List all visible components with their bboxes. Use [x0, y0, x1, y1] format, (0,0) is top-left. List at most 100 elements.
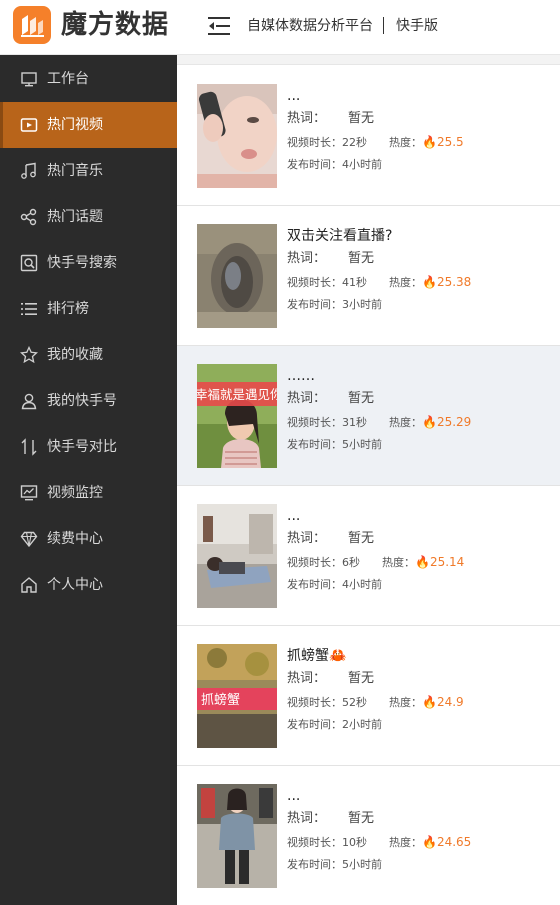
- fire-icon: 🔥: [422, 835, 437, 849]
- meta-row: 视频时长：6秒 热度：🔥25.14: [287, 554, 464, 571]
- heat-value: 24.9: [436, 695, 464, 709]
- publish-row: 发布时间：4小时前: [287, 577, 382, 593]
- video-card[interactable]: ... 热词： 暂无 视频时长：10秒 热度：🔥24.65 发布时间：5小时前: [177, 766, 560, 905]
- keyword-row: 热词： 暂无: [287, 530, 374, 548]
- sidebar-item-label: 快手号对比: [47, 439, 117, 455]
- video-title[interactable]: 双击关注看直播?: [287, 226, 392, 246]
- user-icon: [20, 392, 38, 410]
- heat-label: 热度：: [389, 136, 422, 149]
- fire-icon: 🔥: [422, 415, 437, 429]
- duration-label: 视频时长：: [287, 276, 342, 289]
- sidebar-item-workbench[interactable]: 工作台: [0, 56, 177, 102]
- publish-row: 发布时间：5小时前: [287, 437, 382, 453]
- video-thumbnail[interactable]: [197, 504, 277, 608]
- video-title[interactable]: ...: [287, 506, 300, 526]
- heat-value: 25.29: [436, 415, 472, 429]
- video-thumbnail[interactable]: [197, 84, 277, 188]
- publish-label: 发布时间：: [287, 298, 342, 311]
- sidebar-item-label: 热门视频: [47, 117, 103, 133]
- publish-row: 发布时间：4小时前: [287, 157, 382, 173]
- video-title[interactable]: 抓螃蟹🦀: [287, 646, 346, 666]
- chart-monitor-icon: [20, 484, 38, 502]
- sidebar-item-profile[interactable]: 个人中心: [0, 562, 177, 608]
- sidebar: 工作台 热门视频 热门音乐 热门话题 快手号搜索 排行榜 我的收藏 我的快手号 …: [0, 55, 177, 905]
- keyword-value: 暂无: [348, 251, 375, 266]
- publish-label: 发布时间：: [287, 858, 342, 871]
- top-bar: 魔方数据 自媒体数据分析平台 快手版: [0, 0, 560, 55]
- sidebar-item-ranking[interactable]: 排行榜: [0, 286, 177, 332]
- brand-logo-icon[interactable]: [13, 6, 51, 44]
- keyword-value: 暂无: [348, 111, 375, 126]
- video-title[interactable]: ……: [287, 366, 315, 386]
- video-list[interactable]: ... 热词： 暂无 视频时长：22秒 热度：🔥25.5 发布时间：4小时前 双击关…: [177, 55, 560, 905]
- keyword-value: 暂无: [348, 671, 375, 686]
- publish-row: 发布时间：3小时前: [287, 297, 382, 313]
- sidebar-item-compare[interactable]: 快手号对比: [0, 424, 177, 470]
- brand-name[interactable]: 魔方数据: [61, 7, 169, 43]
- thumbnail-caption: 幸福就是遇见你: [197, 387, 277, 402]
- sidebar-item-label: 我的快手号: [47, 393, 117, 409]
- duration-value: 10秒: [342, 836, 367, 849]
- fire-icon: 🔥: [422, 695, 437, 709]
- sidebar-item-label: 个人中心: [47, 577, 103, 593]
- video-card[interactable]: 抓螃蟹 抓螃蟹🦀 热词： 暂无 视频时长：52秒 热度：🔥24.9 发布时间：2小时…: [177, 626, 560, 766]
- search-box-icon: [20, 254, 38, 272]
- star-icon: [19, 345, 39, 364]
- video-thumbnail[interactable]: [197, 784, 277, 888]
- keyword-label: 热词：: [287, 531, 327, 546]
- edition-label: 快手版: [396, 18, 438, 34]
- keyword-label: 热词：: [287, 671, 327, 686]
- keyword-row: 热词： 暂无: [287, 390, 374, 408]
- play-icon: [20, 116, 38, 134]
- publish-value: 4小时前: [342, 578, 382, 591]
- meta-row: 视频时长：41秒 热度：🔥25.38: [287, 274, 471, 291]
- video-thumbnail[interactable]: 幸福就是遇见你: [197, 364, 277, 468]
- share-nodes-icon: [20, 208, 38, 226]
- duration-value: 22秒: [342, 136, 367, 149]
- video-thumbnail[interactable]: 抓螃蟹: [197, 644, 277, 748]
- meta-row: 视频时长：52秒 热度：🔥24.9: [287, 694, 464, 711]
- fire-icon: 🔥: [422, 135, 437, 149]
- fire-icon: 🔥: [422, 275, 437, 289]
- sidebar-item-favorites[interactable]: 我的收藏: [0, 332, 177, 378]
- header-divider: [383, 17, 384, 34]
- video-card[interactable]: 双击关注看直播? 热词： 暂无 视频时长：41秒 热度：🔥25.38 发布时间：3小…: [177, 206, 560, 346]
- meta-row: 视频时长：22秒 热度：🔥25.5: [287, 134, 464, 151]
- video-thumbnail[interactable]: [197, 224, 277, 328]
- publish-value: 5小时前: [342, 438, 382, 451]
- thumbnail-caption: 抓螃蟹: [201, 692, 240, 708]
- menu-collapse-icon[interactable]: [206, 14, 232, 38]
- heat-label: 热度：: [389, 416, 422, 429]
- sidebar-item-label: 热门音乐: [47, 163, 103, 179]
- sidebar-item-my-account[interactable]: 我的快手号: [0, 378, 177, 424]
- duration-label: 视频时长：: [287, 136, 342, 149]
- publish-row: 发布时间：5小时前: [287, 857, 382, 873]
- list-top-gap: [177, 55, 560, 65]
- keyword-row: 热词： 暂无: [287, 810, 374, 828]
- music-note-icon: [20, 162, 38, 180]
- duration-label: 视频时长：: [287, 696, 342, 709]
- sidebar-item-renewal[interactable]: 续费中心: [0, 516, 177, 562]
- sidebar-item-hot-topics[interactable]: 热门话题: [0, 194, 177, 240]
- video-card[interactable]: ... 热词： 暂无 视频时长：22秒 热度：🔥25.5 发布时间：4小时前: [177, 66, 560, 206]
- sidebar-item-label: 我的收藏: [47, 347, 103, 363]
- publish-value: 2小时前: [342, 718, 382, 731]
- compare-arrows-icon: [20, 438, 38, 456]
- duration-value: 6秒: [342, 556, 360, 569]
- sidebar-item-label: 排行榜: [47, 301, 89, 317]
- publish-label: 发布时间：: [287, 578, 342, 591]
- keyword-label: 热词：: [287, 811, 327, 826]
- video-card[interactable]: 幸福就是遇见你 …… 热词： 暂无 视频时长：31秒 热度：🔥25.29 发布时间：…: [177, 346, 560, 486]
- duration-label: 视频时长：: [287, 416, 342, 429]
- duration-value: 41秒: [342, 276, 367, 289]
- sidebar-item-hot-videos[interactable]: 热门视频: [0, 102, 177, 148]
- publish-value: 5小时前: [342, 858, 382, 871]
- keyword-label: 热词：: [287, 111, 327, 126]
- sidebar-item-account-search[interactable]: 快手号搜索: [0, 240, 177, 286]
- video-title[interactable]: ...: [287, 786, 300, 806]
- video-card[interactable]: ... 热词： 暂无 视频时长：6秒 热度：🔥25.14 发布时间：4小时前: [177, 486, 560, 626]
- video-title[interactable]: ...: [287, 86, 300, 106]
- sidebar-item-video-monitor[interactable]: 视频监控: [0, 470, 177, 516]
- sidebar-item-hot-music[interactable]: 热门音乐: [0, 148, 177, 194]
- fire-icon: 🔥: [415, 555, 430, 569]
